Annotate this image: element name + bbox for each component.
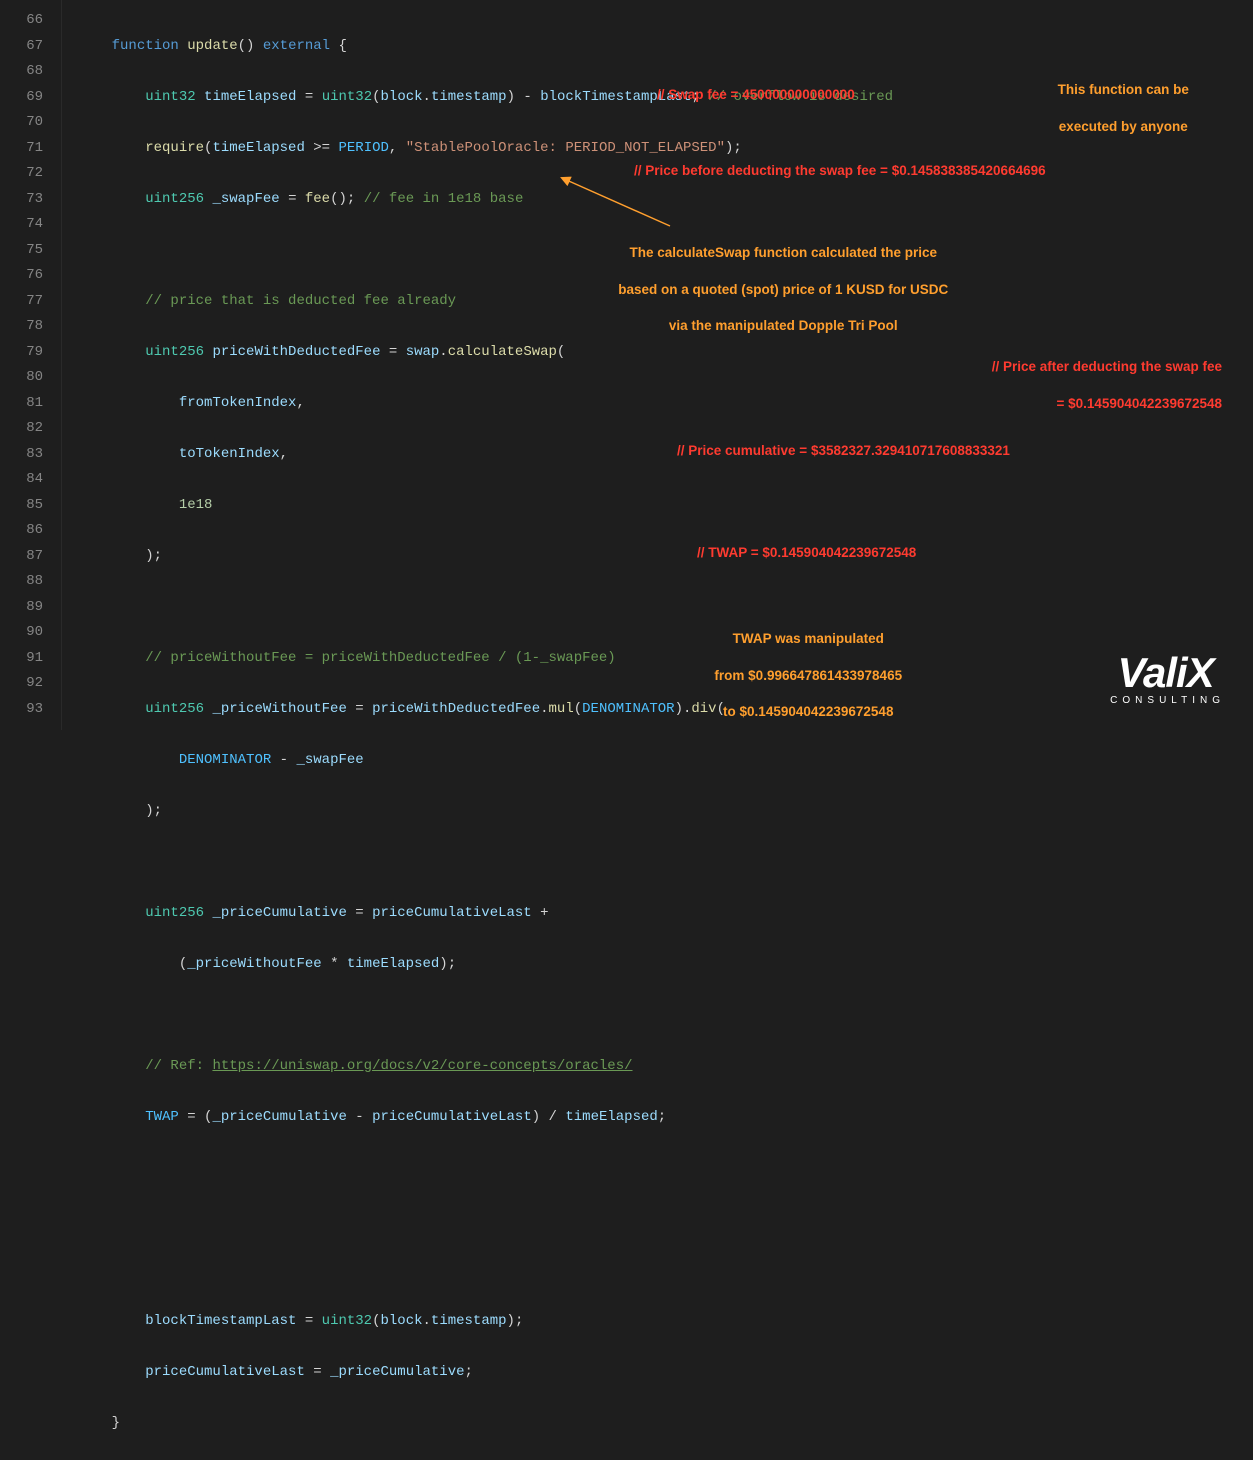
line-number: 67 bbox=[8, 34, 43, 60]
code-line: uint256 _priceWithoutFee = priceWithDedu… bbox=[78, 697, 1253, 723]
line-number-gutter: 66 67 68 69 70 71 72 73 74 75 76 77 78 7… bbox=[0, 0, 62, 730]
code-line: toTokenIndex, bbox=[78, 442, 1253, 468]
line-number: 90 bbox=[8, 620, 43, 646]
code-line bbox=[78, 850, 1253, 876]
code-line: // price that is deducted fee already bbox=[78, 289, 1253, 315]
line-number: 80 bbox=[8, 365, 43, 391]
code-line: function update() external { bbox=[78, 34, 1253, 60]
code-line bbox=[78, 1156, 1253, 1182]
logo-name: ValiX bbox=[1106, 652, 1225, 694]
code-line bbox=[78, 1258, 1253, 1284]
code-line bbox=[78, 1207, 1253, 1233]
line-number: 70 bbox=[8, 110, 43, 136]
line-number: 71 bbox=[8, 136, 43, 162]
line-number: 93 bbox=[8, 697, 43, 723]
code-line: require(timeElapsed >= PERIOD, "StablePo… bbox=[78, 136, 1253, 162]
line-number: 74 bbox=[8, 212, 43, 238]
line-number: 66 bbox=[8, 8, 43, 34]
code-line bbox=[78, 1003, 1253, 1029]
line-number: 76 bbox=[8, 263, 43, 289]
code-line: uint256 _swapFee = fee(); // fee in 1e18… bbox=[78, 187, 1253, 213]
line-number: 92 bbox=[8, 671, 43, 697]
code-content[interactable]: function update() external { uint32 time… bbox=[62, 0, 1253, 730]
code-editor: 66 67 68 69 70 71 72 73 74 75 76 77 78 7… bbox=[0, 0, 1253, 730]
code-line bbox=[78, 595, 1253, 621]
code-line: uint32 timeElapsed = uint32(block.timest… bbox=[78, 85, 1253, 111]
annotation-price-before: // Price before deducting the swap fee =… bbox=[634, 162, 1046, 180]
line-number: 73 bbox=[8, 187, 43, 213]
line-number: 84 bbox=[8, 467, 43, 493]
line-number: 91 bbox=[8, 646, 43, 672]
logo-subtitle: CONSULTING bbox=[1106, 696, 1225, 706]
code-line: ); bbox=[78, 799, 1253, 825]
line-number: 82 bbox=[8, 416, 43, 442]
line-number: 72 bbox=[8, 161, 43, 187]
line-number: 83 bbox=[8, 442, 43, 468]
code-line: ); bbox=[78, 544, 1253, 570]
code-line: fromTokenIndex, bbox=[78, 391, 1253, 417]
line-number: 85 bbox=[8, 493, 43, 519]
code-line: // Ref: https://uniswap.org/docs/v2/core… bbox=[78, 1054, 1253, 1080]
line-number: 88 bbox=[8, 569, 43, 595]
line-number: 69 bbox=[8, 85, 43, 111]
code-line: uint256 _priceCumulative = priceCumulati… bbox=[78, 901, 1253, 927]
code-line: blockTimestampLast = uint32(block.timest… bbox=[78, 1309, 1253, 1335]
code-line: DENOMINATOR - _swapFee bbox=[78, 748, 1253, 774]
line-number: 87 bbox=[8, 544, 43, 570]
line-number: 89 bbox=[8, 595, 43, 621]
code-line: 1e18 bbox=[78, 493, 1253, 519]
code-line: (_priceWithoutFee * timeElapsed); bbox=[78, 952, 1253, 978]
line-number: 78 bbox=[8, 314, 43, 340]
code-line: } bbox=[78, 1411, 1253, 1437]
line-number: 81 bbox=[8, 391, 43, 417]
code-line: uint256 priceWithDeductedFee = swap.calc… bbox=[78, 340, 1253, 366]
code-line bbox=[78, 238, 1253, 264]
line-number: 77 bbox=[8, 289, 43, 315]
line-number: 68 bbox=[8, 59, 43, 85]
line-number: 75 bbox=[8, 238, 43, 264]
code-line: priceCumulativeLast = _priceCumulative; bbox=[78, 1360, 1253, 1386]
line-number: 86 bbox=[8, 518, 43, 544]
valix-logo: ValiX CONSULTING bbox=[1106, 652, 1225, 706]
code-line: // priceWithoutFee = priceWithDeductedFe… bbox=[78, 646, 1253, 672]
line-number: 79 bbox=[8, 340, 43, 366]
code-line: TWAP = (_priceCumulative - priceCumulati… bbox=[78, 1105, 1253, 1131]
